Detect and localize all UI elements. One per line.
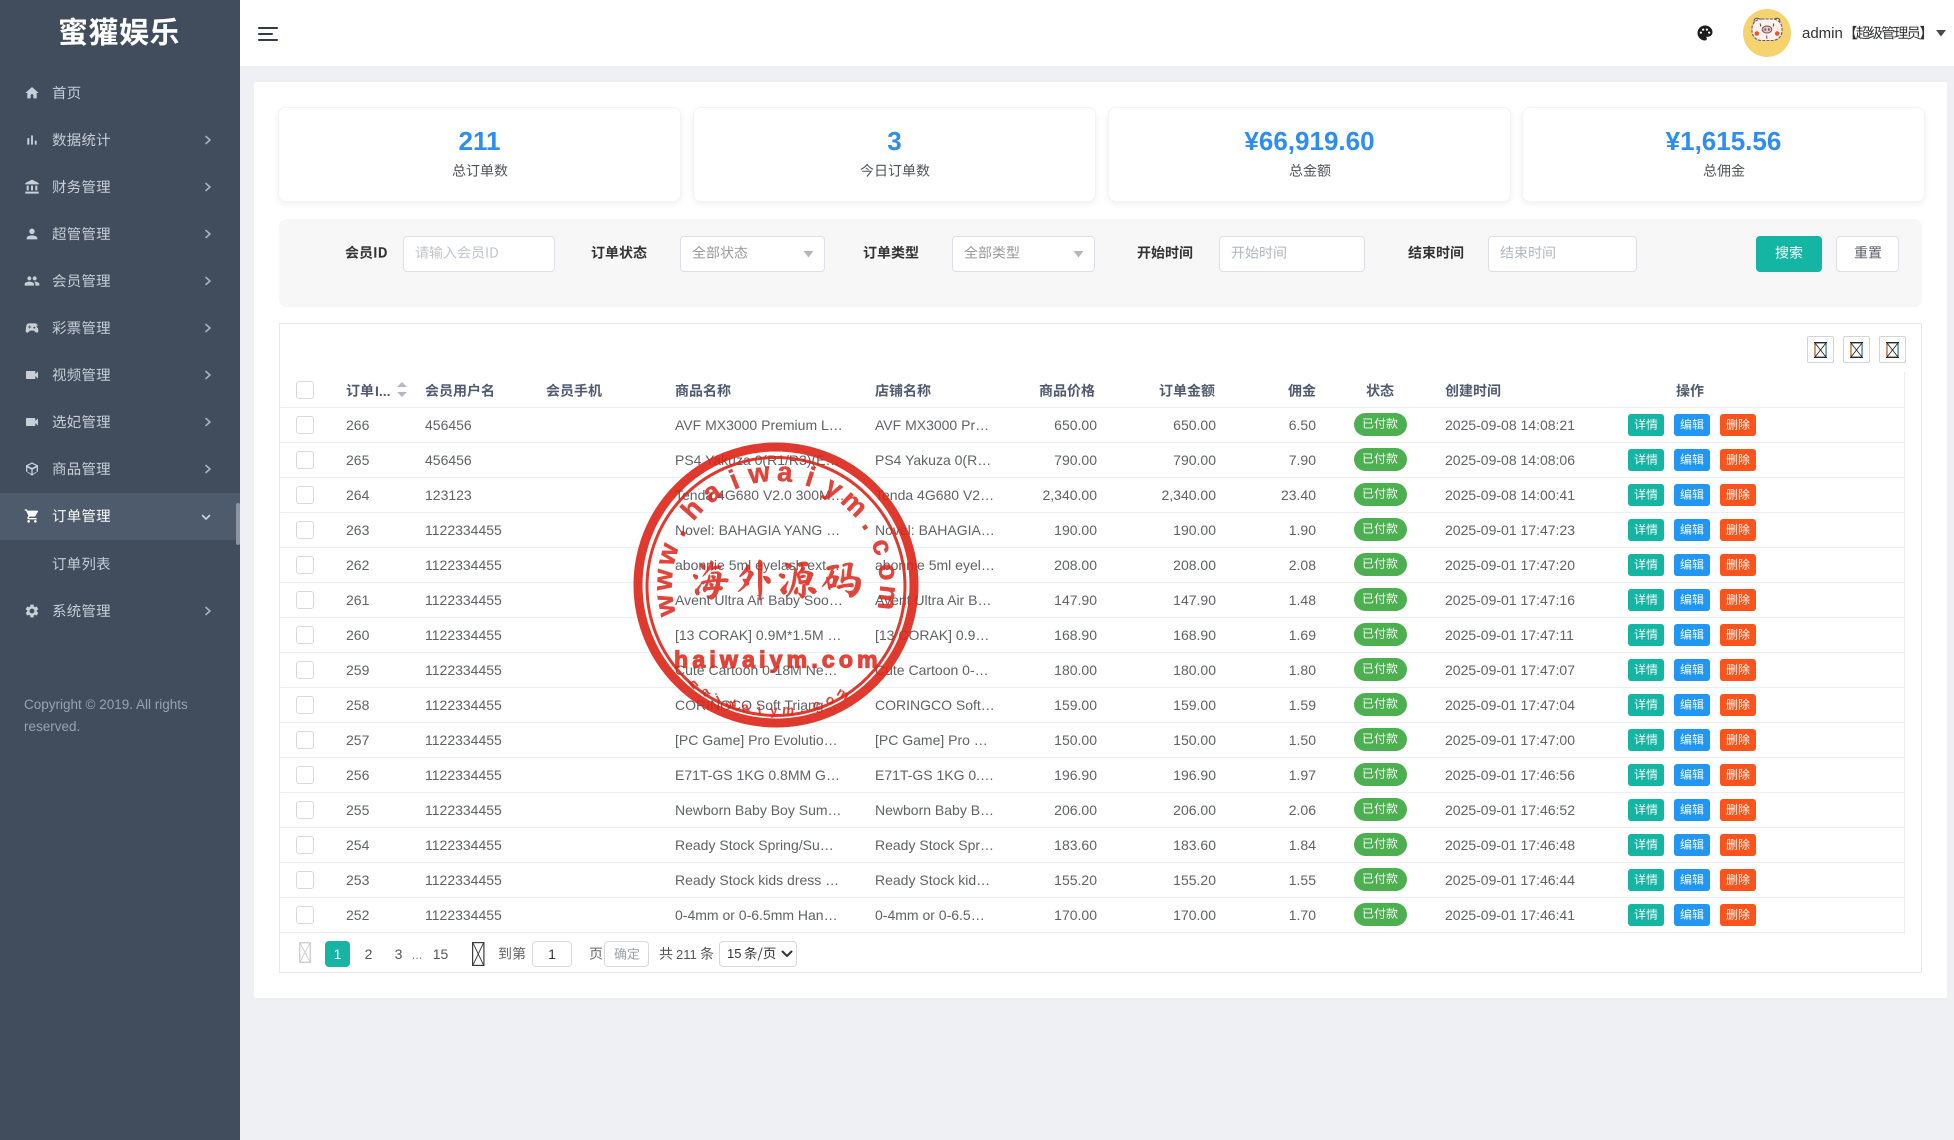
svg-text:a: a [776,456,794,488]
svg-text:w: w [647,592,682,620]
svg-text:i: i [725,464,744,496]
svg-text:a: a [740,699,751,715]
svg-text:w: w [649,539,685,570]
svg-text:m: m [872,584,906,612]
svg-text:c: c [866,534,900,559]
svg-text:a: a [696,474,727,509]
svg-text:haiwaiym.com: haiwaiym.com [674,647,882,673]
svg-text:w: w [745,456,772,490]
svg-text:o: o [872,562,905,582]
svg-text:i: i [757,702,763,717]
svg-text:i: i [802,461,819,493]
svg-text:w: w [647,568,679,592]
svg-text:y: y [770,703,778,718]
svg-text:m: m [782,702,795,718]
svg-text:.: . [856,512,886,535]
svg-text:h: h [675,492,709,525]
svg-text:c: c [811,696,823,713]
svg-text:.: . [661,519,692,541]
